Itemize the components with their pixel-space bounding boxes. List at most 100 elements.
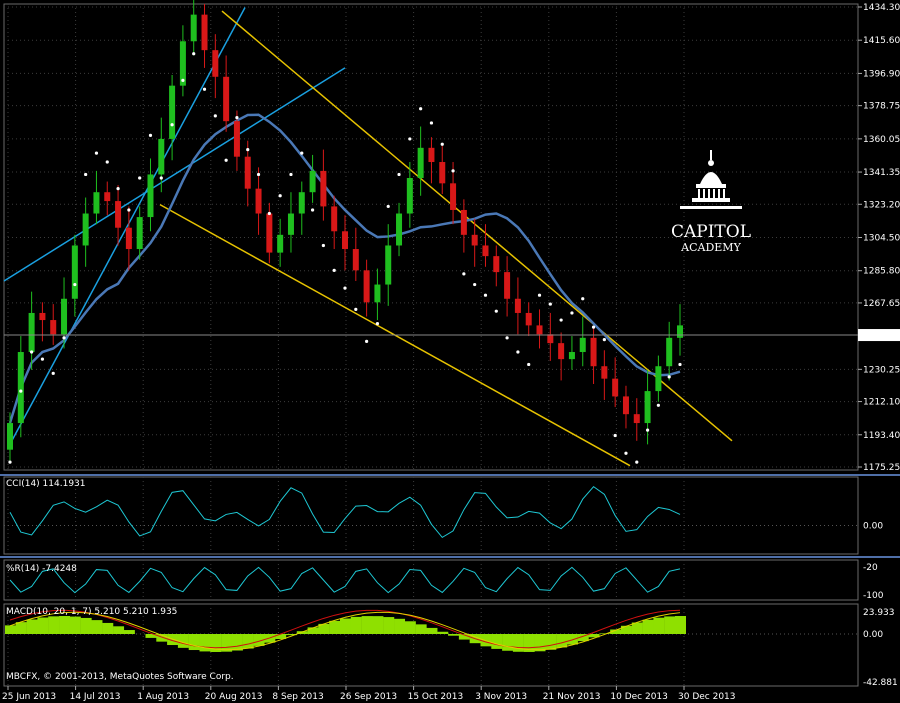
sar-dot: [667, 375, 671, 379]
macd-bar: [372, 616, 384, 634]
macd-bar: [566, 634, 578, 645]
williams-r-panel: -20 -100: [9, 563, 884, 601]
logo-line1: CAPITOL: [671, 222, 751, 242]
y-tick-label: 1360.05: [863, 135, 900, 145]
sar-dot: [408, 137, 412, 141]
sar-dot: [656, 403, 660, 407]
candle-body: [39, 312, 46, 321]
y-tick-label: 1285.80: [863, 267, 900, 277]
macd-bar: [545, 634, 557, 650]
sar-dot: [105, 160, 109, 164]
sar-dot: [246, 147, 250, 152]
candle-body: [406, 178, 413, 214]
sar-dot: [516, 350, 520, 354]
x-tick-label: 8 Sep 2013: [272, 692, 323, 702]
macd-bar: [534, 634, 546, 652]
sar-dot: [591, 325, 596, 329]
candle-body: [439, 162, 446, 184]
sar-dot: [440, 142, 444, 146]
candle-body: [82, 213, 89, 246]
sar-dot: [678, 362, 682, 367]
macd-bar: [394, 618, 406, 634]
cci-panel: 0.00: [4, 485, 883, 539]
sar-dot: [192, 52, 196, 56]
macd-bar: [404, 621, 416, 634]
macd-title: MACD(10, 20, 1, 7) 5.210 5.210 1.935: [6, 607, 177, 617]
candle-body: [612, 378, 619, 397]
cci-tick: 0.00: [863, 522, 883, 532]
macd-bar: [556, 634, 568, 648]
x-tick-label: 15 Oct 2013: [408, 692, 464, 702]
macd-bar: [350, 616, 362, 634]
macd-bar: [37, 617, 49, 634]
y-tick-label: 1267.65: [863, 299, 900, 309]
price-chart: CAPITOL ACADEMY 0.00 -20 -100 23.933 0.00 -…: [0, 0, 900, 702]
sar-dot: [645, 428, 650, 432]
sar-dot: [8, 460, 12, 464]
candle-body: [61, 298, 68, 335]
macd-bar: [80, 617, 92, 634]
x-tick-label: 14 Jul 2013: [70, 692, 121, 702]
candle-body: [125, 227, 132, 250]
macd-bar: [199, 634, 211, 652]
wpr-line: [9, 566, 681, 594]
candle-body: [277, 234, 284, 253]
candle-body: [471, 234, 478, 246]
sar-dot: [462, 272, 466, 276]
y-tick-label: 1378.75: [863, 102, 900, 112]
candle-body: [255, 188, 262, 214]
candle-body: [666, 337, 673, 367]
candle-body: [352, 249, 359, 271]
x-tick-label: 10 Dec 2013: [610, 692, 668, 702]
macd-bar: [329, 620, 341, 634]
sar-dot: [570, 311, 574, 315]
sar-dot: [527, 362, 531, 367]
macd-bar: [502, 634, 514, 651]
candle-body: [482, 245, 489, 257]
candle-body: [212, 50, 219, 77]
sar-dot: [148, 133, 153, 137]
sar-dot: [116, 187, 120, 191]
x-tick-label: 21 Nov 2013: [543, 692, 601, 702]
x-tick-label: 25 Jun 2013: [2, 692, 56, 702]
x-tick-label: 20 Aug 2013: [205, 692, 263, 702]
candle-body: [579, 337, 586, 353]
candle-body: [201, 14, 208, 51]
candle-body: [50, 320, 57, 335]
candle-body: [655, 366, 662, 392]
footer-credit: MBCFX, © 2001-2013, MetaQuotes Software …: [6, 672, 234, 682]
macd-bar: [361, 616, 373, 634]
sar-dot: [181, 78, 185, 82]
candle-body: [396, 213, 403, 246]
sar-dot: [235, 116, 239, 120]
sar-dot: [494, 309, 498, 313]
macd-bar: [491, 634, 503, 649]
sar-dot: [19, 389, 23, 393]
candle-body: [385, 245, 392, 285]
macd-bar: [69, 616, 81, 634]
candle-body: [28, 312, 35, 353]
candle-body: [266, 213, 273, 253]
capitol-dome-icon: [680, 150, 742, 209]
sar-dot: [451, 169, 455, 173]
sar-dot: [354, 307, 358, 312]
sar-dot: [343, 286, 347, 290]
sar-dot: [419, 107, 423, 111]
candle-body: [17, 352, 24, 424]
macd-bar: [123, 630, 135, 634]
macd-tick: -42.881: [863, 678, 898, 688]
grid-lines: [4, 4, 858, 686]
candle-body: [460, 209, 467, 235]
macd-bar: [480, 634, 492, 647]
sar-dot: [559, 318, 563, 322]
y-tick-label: 1212.10: [863, 398, 900, 408]
sar-dot: [483, 293, 488, 297]
sar-dot: [30, 350, 34, 354]
x-tick-label: 30 Dec 2013: [678, 692, 736, 702]
candle-body: [309, 170, 316, 193]
candle-body: [374, 284, 381, 303]
macd-bar: [383, 617, 395, 634]
sar-dot: [548, 302, 552, 306]
candle-body: [590, 337, 597, 367]
sar-dot: [505, 336, 509, 340]
